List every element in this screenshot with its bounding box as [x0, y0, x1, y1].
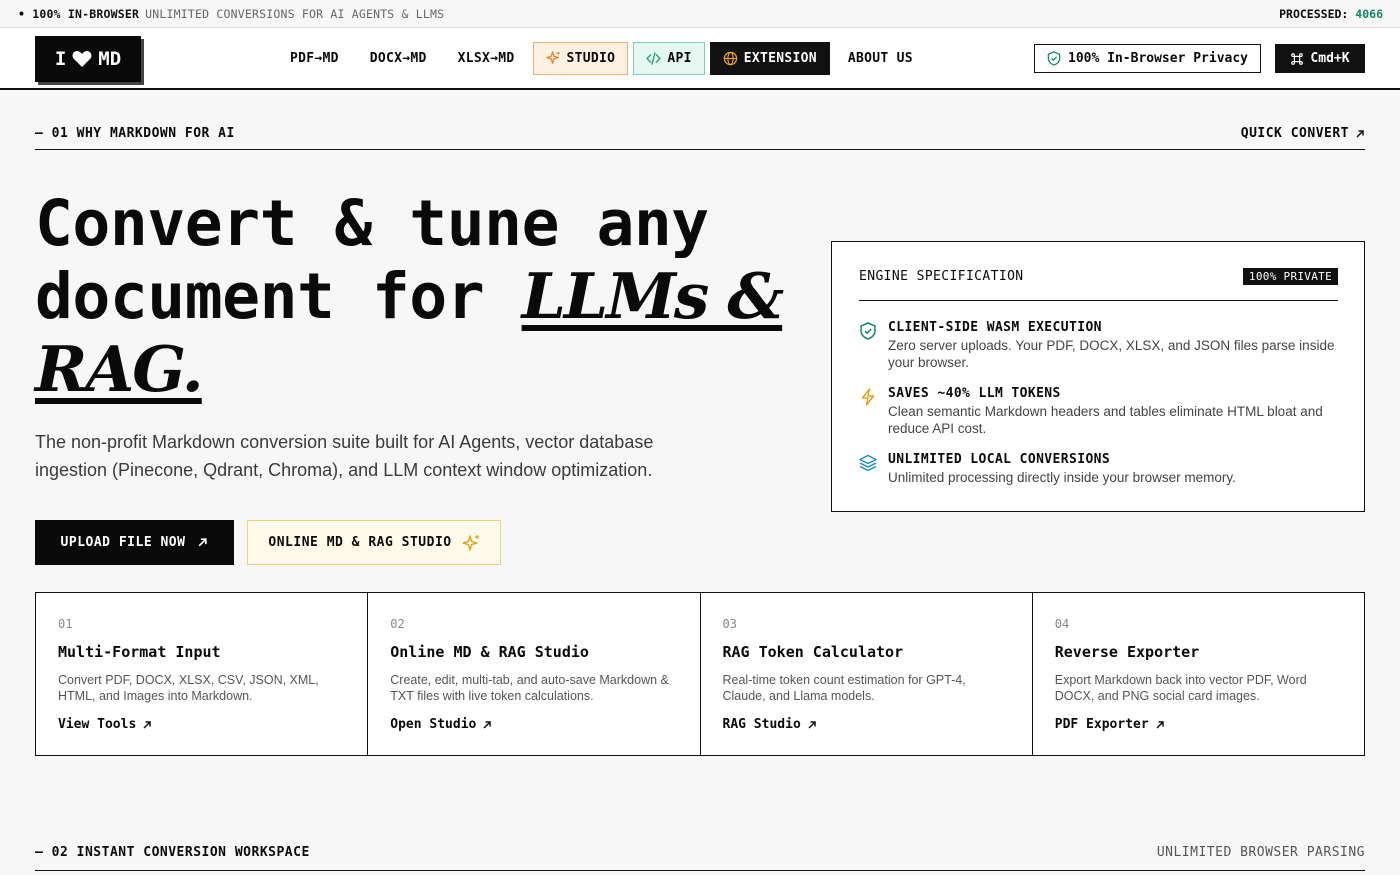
privacy-button[interactable]: 100% In-Browser Privacy	[1034, 44, 1262, 73]
shield-check-icon	[1047, 51, 1061, 66]
nav-api[interactable]: API	[633, 42, 705, 75]
section-label: — 02 INSTANT CONVERSION WORKSPACE	[35, 845, 310, 860]
spec-item-desc: Clean semantic Markdown headers and tabl…	[888, 404, 1323, 436]
logo-text-left: I	[54, 48, 67, 70]
arrow-up-right-icon	[808, 720, 816, 729]
sparkle-icon	[545, 51, 560, 64]
nav-studio[interactable]: STUDIO	[532, 42, 629, 75]
view-tools-link[interactable]: View Tools	[58, 717, 152, 732]
spec-item-title: SAVES ~40% LLM TOKENS	[888, 386, 1061, 401]
hero-title-line2: document for	[35, 260, 522, 333]
shield-check-icon	[860, 322, 876, 340]
processed-count: 4066	[1355, 7, 1383, 21]
spec-title: ENGINE SPECIFICATION	[859, 269, 1024, 284]
command-palette-button[interactable]: Cmd+K	[1275, 44, 1365, 73]
heart-icon	[72, 51, 92, 67]
card-description: Export Markdown back into vector PDF, Wo…	[1054, 673, 1307, 703]
rag-studio-link[interactable]: RAG Studio	[723, 717, 817, 732]
card-title: Online MD & RAG Studio	[390, 643, 589, 661]
hero-title-highlight-1: LLMs &	[521, 259, 785, 333]
section-label: — 01 WHY MARKDOWN FOR AI	[35, 126, 235, 141]
logo-text-right: MD	[98, 48, 122, 70]
card-link-label: View Tools	[58, 717, 137, 732]
card-number: 02	[390, 617, 405, 631]
nav-extension[interactable]: EXTENSION	[709, 42, 830, 75]
processed-counter: PROCESSED: 4066	[1279, 7, 1383, 21]
main-nav: PDF→MD DOCX→MD XLSX→MD STUDIO API EXTENS…	[277, 42, 926, 75]
hero-title-line1: Convert & tune any	[35, 187, 709, 260]
feature-cards: 01 Multi-Format Input Convert PDF, DOCX,…	[35, 592, 1365, 756]
spec-item-desc: Unlimited processing directly inside you…	[888, 470, 1236, 485]
nav-docx-to-md[interactable]: DOCX→MD	[357, 42, 440, 75]
feature-card-token-calculator: 03 RAG Token Calculator Real-time token …	[701, 593, 1033, 755]
card-description: Create, edit, multi-tab, and auto-save M…	[390, 673, 669, 703]
command-icon	[1291, 52, 1304, 65]
code-icon	[646, 52, 662, 65]
card-title: Multi-Format Input	[58, 643, 221, 661]
site-logo[interactable]: I MD	[35, 36, 141, 82]
card-number: 03	[722, 617, 737, 631]
open-studio-link[interactable]: Open Studio	[390, 717, 492, 732]
upload-file-button[interactable]: UPLOAD FILE NOW	[35, 520, 234, 565]
hero-title: Convert & tune any document for LLMs & R…	[35, 188, 815, 406]
nav-about-us[interactable]: ABOUT US	[835, 42, 926, 75]
online-studio-button[interactable]: ONLINE MD & RAG STUDIO	[247, 520, 501, 565]
online-studio-label: ONLINE MD & RAG STUDIO	[268, 535, 452, 550]
section-heading-why-markdown: — 01 WHY MARKDOWN FOR AI QUICK CONVERT	[35, 126, 1365, 150]
spec-header: ENGINE SPECIFICATION 100% PRIVATE	[859, 268, 1338, 301]
arrow-up-right-icon	[483, 720, 492, 729]
hero-description: The non-profit Markdown conversion suite…	[35, 432, 654, 480]
nav-api-label: API	[667, 51, 692, 66]
top-strip: • 100% IN-BROWSER UNLIMITED CONVERSIONS F…	[0, 0, 1400, 28]
globe-icon	[723, 51, 737, 66]
feature-card-reverse-exporter: 04 Reverse Exporter Export Markdown back…	[1033, 593, 1364, 755]
nav-extension-label: EXTENSION	[743, 51, 817, 66]
nav-xlsx-to-md[interactable]: XLSX→MD	[445, 42, 528, 75]
arrow-up-right-icon	[1156, 720, 1164, 729]
spec-item-title: UNLIMITED LOCAL CONVERSIONS	[888, 452, 1111, 467]
card-number: 01	[58, 617, 73, 631]
nav-studio-label: STUDIO	[566, 51, 616, 66]
card-title: RAG Token Calculator	[722, 643, 904, 661]
top-strip-left: • 100% IN-BROWSER UNLIMITED CONVERSIONS F…	[18, 7, 444, 21]
section-heading-conversion-workspace: — 02 INSTANT CONVERSION WORKSPACE UNLIMI…	[35, 845, 1365, 871]
upload-file-label: UPLOAD FILE NOW	[60, 535, 186, 550]
feature-card-studio: 02 Online MD & RAG Studio Create, edit, …	[368, 593, 701, 755]
card-description: Real-time token count estimation for GPT…	[722, 673, 966, 703]
in-browser-badge: • 100% IN-BROWSER	[18, 7, 140, 21]
lightning-icon	[861, 388, 875, 406]
pdf-exporter-link[interactable]: PDF Exporter	[1055, 717, 1165, 732]
spec-item-title: CLIENT-SIDE WASM EXECUTION	[888, 320, 1102, 335]
arrow-up-right-icon	[199, 538, 208, 547]
arrow-up-right-icon	[143, 720, 152, 729]
command-palette-label: Cmd+K	[1310, 51, 1350, 66]
privacy-button-label: 100% In-Browser Privacy	[1068, 51, 1249, 66]
engine-specification-panel: ENGINE SPECIFICATION 100% PRIVATE CLIENT…	[831, 241, 1365, 512]
card-number: 04	[1054, 617, 1070, 631]
card-link-label: Open Studio	[390, 717, 477, 732]
quick-convert-link[interactable]: QUICK CONVERT	[1241, 126, 1365, 141]
card-description: Convert PDF, DOCX, XLSX, CSV, JSON, XML,…	[58, 673, 319, 703]
site-header: I MD PDF→MD DOCX→MD XLSX→MD STUDIO API E…	[0, 28, 1400, 90]
card-link-label: PDF Exporter	[1054, 717, 1149, 732]
sparkle-icon	[461, 534, 479, 551]
feature-card-multi-format: 01 Multi-Format Input Convert PDF, DOCX,…	[36, 593, 369, 755]
arrow-up-right-icon	[1356, 129, 1364, 138]
spec-item-desc: Zero server uploads. Your PDF, DOCX, XLS…	[888, 338, 1335, 370]
processed-label: PROCESSED:	[1279, 7, 1349, 21]
card-title: Reverse Exporter	[1054, 643, 1200, 661]
card-link-label: RAG Studio	[722, 717, 801, 732]
private-badge: 100% PRIVATE	[1242, 268, 1338, 285]
layers-icon	[859, 454, 877, 472]
quick-convert-label: QUICK CONVERT	[1240, 126, 1349, 141]
section-right-label: UNLIMITED BROWSER PARSING	[1156, 845, 1365, 860]
top-strip-tagline: UNLIMITED CONVERSIONS FOR AI AGENTS & LL…	[145, 7, 445, 21]
hero-title-highlight-2: RAG.	[35, 332, 204, 406]
nav-pdf-to-md[interactable]: PDF→MD	[277, 42, 352, 75]
